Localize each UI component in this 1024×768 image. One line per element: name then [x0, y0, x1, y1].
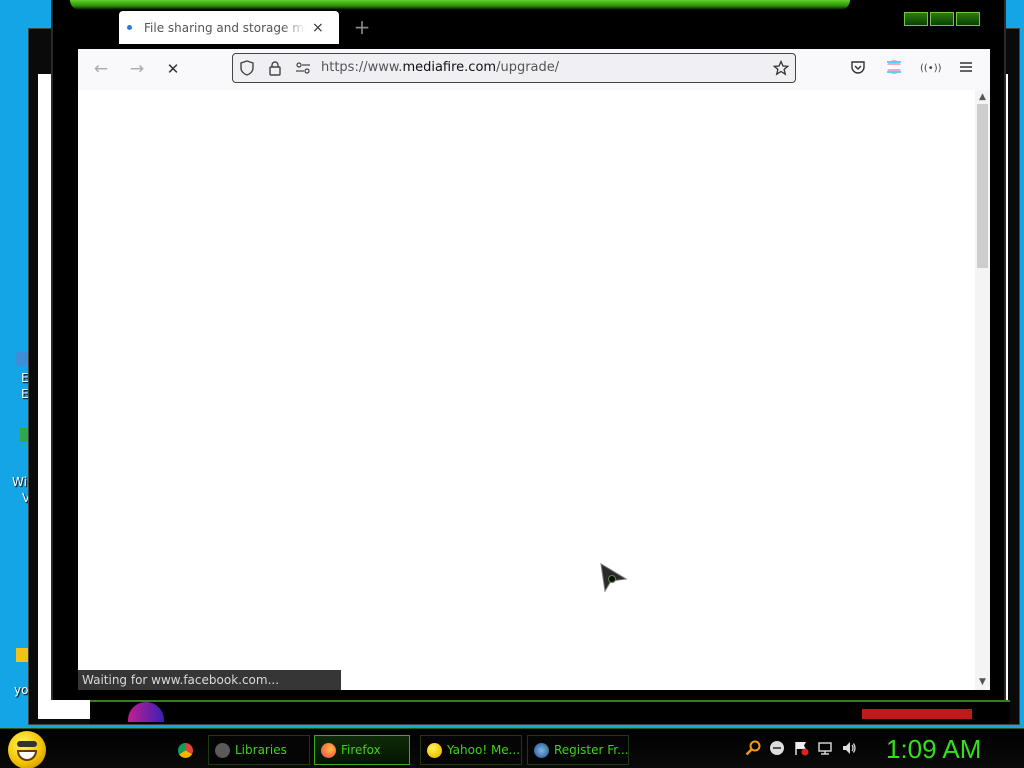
taskbar-item-libraries[interactable]: Libraries — [208, 735, 310, 765]
stop-button[interactable]: ✕ — [163, 59, 183, 79]
vertical-scrollbar[interactable]: ▲ ▼ — [975, 90, 990, 690]
url-domain: mediafire.com — [402, 60, 497, 75]
background-red-button — [862, 709, 972, 719]
bookmark-star-icon[interactable] — [772, 59, 790, 76]
permissions-icon[interactable] — [295, 60, 311, 76]
forward-button[interactable]: → — [127, 59, 147, 79]
page-content[interactable] — [78, 90, 975, 690]
desktop-icon-label: yo — [14, 683, 29, 697]
scroll-thumb[interactable] — [977, 104, 988, 268]
scroll-up-icon[interactable]: ▲ — [975, 91, 990, 103]
taskbar-clock[interactable]: 1:09 AM — [886, 733, 981, 765]
folder-icon — [215, 742, 230, 758]
window-controls[interactable] — [904, 12, 980, 26]
taskbar-item-label: Libraries — [235, 743, 287, 757]
network-icon[interactable] — [817, 740, 833, 756]
browser-tab[interactable]: File sharing and storage made simple × — [119, 11, 339, 44]
close-window-button[interactable] — [956, 12, 980, 26]
taskbar-item-label: Firefox — [341, 743, 381, 757]
back-button[interactable]: ← — [91, 59, 111, 79]
url-prefix: https://www. — [321, 60, 403, 75]
desktop-icon-label: Wi — [12, 475, 27, 489]
taskbar-item-label: Register Fr... — [554, 743, 629, 757]
new-tab-button[interactable]: + — [352, 14, 372, 40]
taskbar-item-firefox[interactable]: Firefox — [314, 735, 410, 765]
lock-icon[interactable] — [267, 60, 283, 76]
url-bar[interactable]: https://www.mediafire.com/upgrade/ — [232, 53, 796, 83]
taskbar-item-label: Yahoo! Me... — [447, 743, 521, 757]
menu-icon[interactable] — [956, 59, 976, 79]
maximize-button[interactable] — [930, 12, 954, 26]
messenger-tray-icon[interactable] — [769, 740, 785, 756]
tracking-protection-icon[interactable] — [239, 60, 255, 76]
status-bar: Waiting for www.facebook.com... — [78, 670, 341, 690]
smiley-mouth-icon — [17, 750, 37, 761]
taskbar-item-register[interactable]: Register Fr... — [527, 735, 629, 765]
pocket-icon[interactable] — [848, 59, 868, 79]
url-path: /upgrade/ — [496, 60, 560, 75]
chrome-icon — [178, 742, 193, 758]
account-flag-icon[interactable] — [884, 59, 904, 79]
scroll-down-icon[interactable]: ▼ — [975, 676, 990, 688]
action-center-flag-icon[interactable] — [793, 740, 809, 756]
url-text[interactable]: https://www.mediafire.com/upgrade/ — [321, 60, 559, 75]
smiley-eyes-icon — [17, 741, 37, 747]
tab-title: File sharing and storage made simple — [144, 20, 306, 35]
start-button[interactable] — [8, 731, 46, 768]
window-title-accent — [70, 0, 850, 10]
yahoo-messenger-icon — [427, 742, 442, 758]
firefox-icon — [321, 742, 336, 758]
tab-close-icon[interactable]: × — [312, 20, 324, 36]
volume-icon[interactable] — [841, 740, 857, 756]
taskbar-item-yahoo-messenger[interactable]: Yahoo! Me... — [420, 735, 522, 765]
search-icon[interactable] — [745, 740, 761, 756]
taskbar-item-chrome[interactable] — [172, 735, 202, 765]
extension-icon[interactable]: ((•)) — [920, 59, 942, 79]
mouse-cursor-icon — [600, 563, 628, 597]
globe-icon — [534, 742, 549, 758]
minimize-button[interactable] — [904, 12, 928, 26]
tab-loading-icon — [127, 25, 132, 30]
navigation-toolbar: ← → ✕ https://www.mediafire.com/upgrade/… — [78, 49, 990, 91]
taskbar: Libraries Firefox Yahoo! Me... Register … — [0, 728, 1024, 768]
